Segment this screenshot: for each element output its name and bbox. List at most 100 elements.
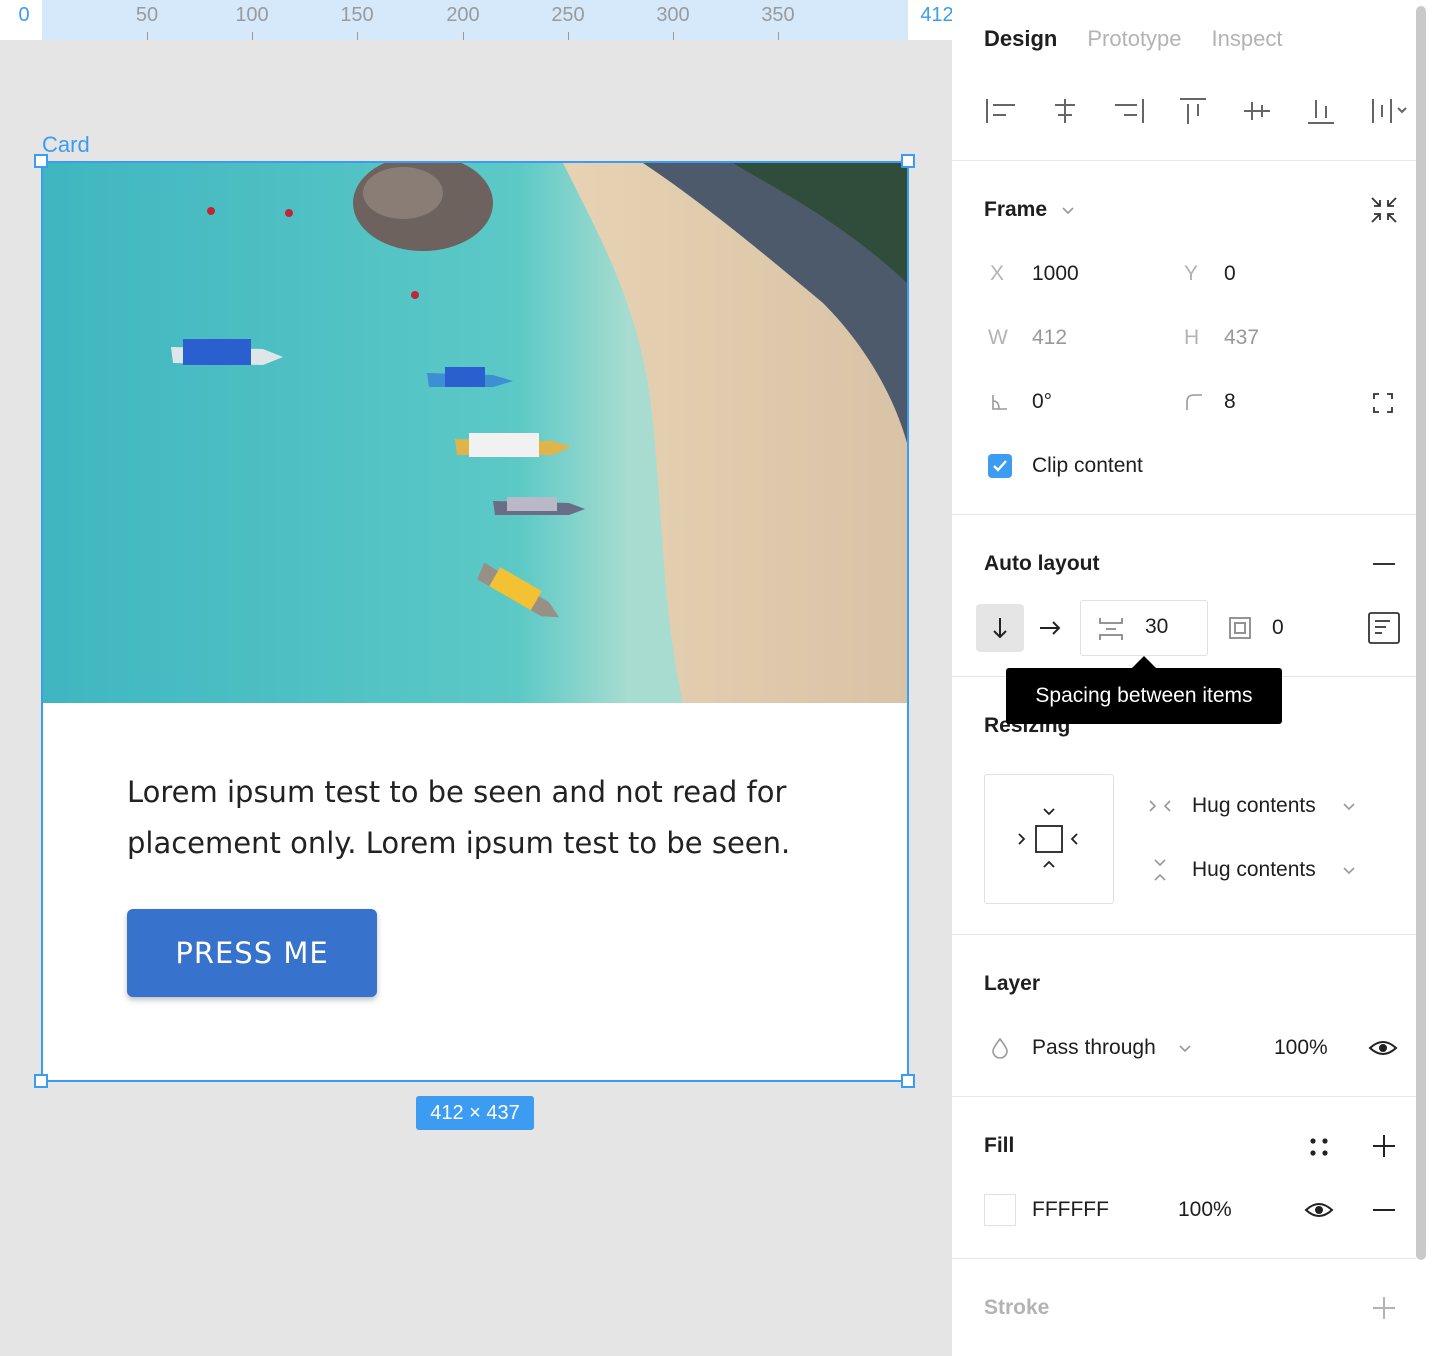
vertical-hug-icon [1154, 859, 1166, 881]
independent-corners-icon[interactable] [1372, 392, 1394, 414]
ruler-tick: 50 [135, 4, 159, 26]
fill-color-swatch[interactable] [984, 1194, 1016, 1226]
panel-tabs: Design Prototype Inspect [984, 26, 1282, 52]
properties-panel: Design Prototype Inspect Frame X 1000 Y … [952, 0, 1432, 1356]
ruler-tick-mark [673, 32, 674, 40]
alignment-toolbar [984, 96, 1412, 126]
align-horizontal-center-icon[interactable] [1048, 96, 1082, 126]
ruler-tick: 100 [235, 4, 269, 26]
horizontal-resizing-select[interactable]: Hug contents [1192, 794, 1316, 818]
item-spacing-value: 30 [1145, 615, 1169, 638]
resize-handle-bottom-left[interactable] [34, 1074, 48, 1088]
check-icon [993, 460, 1007, 472]
fill-opacity-input[interactable]: 100% [1178, 1198, 1232, 1222]
layer-title: Layer [984, 972, 1041, 995]
styles-icon[interactable] [1308, 1136, 1330, 1158]
beach-photo-image [43, 163, 907, 703]
clip-content-label[interactable]: Clip content [1032, 454, 1143, 478]
h-label: H [1184, 326, 1200, 349]
stroke-title: Stroke [984, 1296, 1050, 1319]
chevron-down-icon [1179, 1045, 1191, 1053]
rotation-input[interactable]: 0° [1032, 390, 1052, 414]
align-bottom-icon[interactable] [1304, 96, 1338, 126]
resize-handle-top-left[interactable] [34, 154, 48, 168]
rotation-icon [992, 395, 1007, 410]
y-input[interactable]: 0 [1224, 262, 1236, 286]
ruler-tick: 412 [920, 4, 954, 26]
card-frame[interactable]: Lorem ipsum test to be seen and not read… [41, 161, 909, 1082]
auto-layout-title: Auto layout [984, 552, 1100, 575]
section-divider [952, 160, 1416, 161]
horizontal-hug-icon [1149, 800, 1171, 812]
card-body-text: Lorem ipsum test to be seen and not read… [127, 775, 791, 860]
align-right-icon[interactable] [1112, 96, 1146, 126]
ruler-tick-mark [568, 32, 569, 40]
remove-auto-layout-icon[interactable] [1372, 562, 1396, 566]
chevron-down-icon [1343, 803, 1355, 811]
arrow-right-icon[interactable] [1038, 618, 1062, 638]
tab-design[interactable]: Design [984, 26, 1057, 52]
vertical-resizing-select[interactable]: Hug contents [1192, 858, 1316, 882]
resize-handle-bottom-right[interactable] [901, 1074, 915, 1088]
section-divider [952, 1258, 1416, 1259]
hug-contents-icon [1018, 808, 1078, 868]
design-canvas[interactable]: 0 50 100 150 200 250 300 350 412 Card Lo… [0, 0, 954, 1356]
resizing-preview[interactable] [984, 774, 1114, 904]
size-badge: 412 × 437 [416, 1096, 534, 1130]
clip-content-checkbox[interactable] [988, 454, 1012, 478]
blend-mode-icon [992, 1037, 1008, 1059]
w-input[interactable]: 412 [1032, 326, 1067, 350]
remove-fill-icon[interactable] [1372, 1208, 1396, 1212]
vertical-direction-button[interactable] [976, 604, 1024, 652]
panel-scrollbar[interactable] [1416, 6, 1426, 1260]
section-divider [952, 514, 1416, 515]
h-input[interactable]: 437 [1224, 326, 1259, 350]
frame-section-label: Frame [984, 198, 1048, 221]
ruler-tick: 200 [446, 4, 480, 26]
ruler-tick: 300 [656, 4, 690, 26]
eye-icon[interactable] [1368, 1036, 1398, 1060]
align-top-icon[interactable] [1176, 96, 1210, 126]
corner-radius-icon [1186, 394, 1202, 410]
tab-prototype[interactable]: Prototype [1087, 26, 1181, 52]
x-input[interactable]: 1000 [1032, 262, 1079, 286]
ruler-tick-mark [252, 32, 253, 40]
ruler-tick: 0 [18, 4, 30, 26]
chevron-down-icon [1062, 207, 1074, 215]
beach-photo[interactable] [43, 163, 907, 703]
add-fill-icon[interactable] [1372, 1134, 1396, 1158]
distribute-icon[interactable] [1368, 96, 1412, 126]
y-label: Y [1184, 262, 1199, 285]
alignment-settings-icon[interactable] [1368, 612, 1400, 644]
fill-title: Fill [984, 1134, 1015, 1157]
padding-icon [1229, 617, 1251, 639]
item-spacing-field[interactable]: 30 [1080, 600, 1208, 656]
ruler-tick: 250 [551, 4, 585, 26]
ruler-tick: 350 [761, 4, 795, 26]
section-divider [952, 1096, 1416, 1097]
press-me-button[interactable]: PRESS ME [127, 909, 377, 997]
align-left-icon[interactable] [984, 96, 1018, 126]
corner-radius-input[interactable]: 8 [1224, 390, 1236, 414]
layer-opacity-input[interactable]: 100% [1274, 1036, 1328, 1060]
frame-section-title[interactable]: Frame [984, 198, 1075, 222]
align-vertical-center-icon[interactable] [1240, 96, 1274, 126]
spacing-icon [1099, 618, 1123, 640]
tab-inspect[interactable]: Inspect [1212, 26, 1283, 52]
spacing-tooltip: Spacing between items [1006, 656, 1282, 724]
ruler-tick-mark [463, 32, 464, 40]
eye-icon[interactable] [1304, 1198, 1334, 1222]
padding-input[interactable]: 0 [1272, 616, 1284, 640]
horizontal-ruler: 0 50 100 150 200 250 300 350 412 [0, 0, 954, 40]
ruler-tick: 150 [340, 4, 374, 26]
arrow-down-icon [993, 618, 1007, 639]
blend-mode-select[interactable]: Pass through [1032, 1036, 1156, 1060]
section-divider [952, 934, 1416, 935]
resize-handle-top-right[interactable] [901, 154, 915, 168]
fill-hex-input[interactable]: FFFFFF [1032, 1198, 1109, 1222]
frame-label[interactable]: Card [42, 132, 90, 158]
ruler-tick-mark [147, 32, 148, 40]
add-stroke-icon[interactable] [1372, 1296, 1396, 1320]
ruler-tick-mark [357, 32, 358, 40]
collapse-icon[interactable] [1368, 194, 1400, 226]
